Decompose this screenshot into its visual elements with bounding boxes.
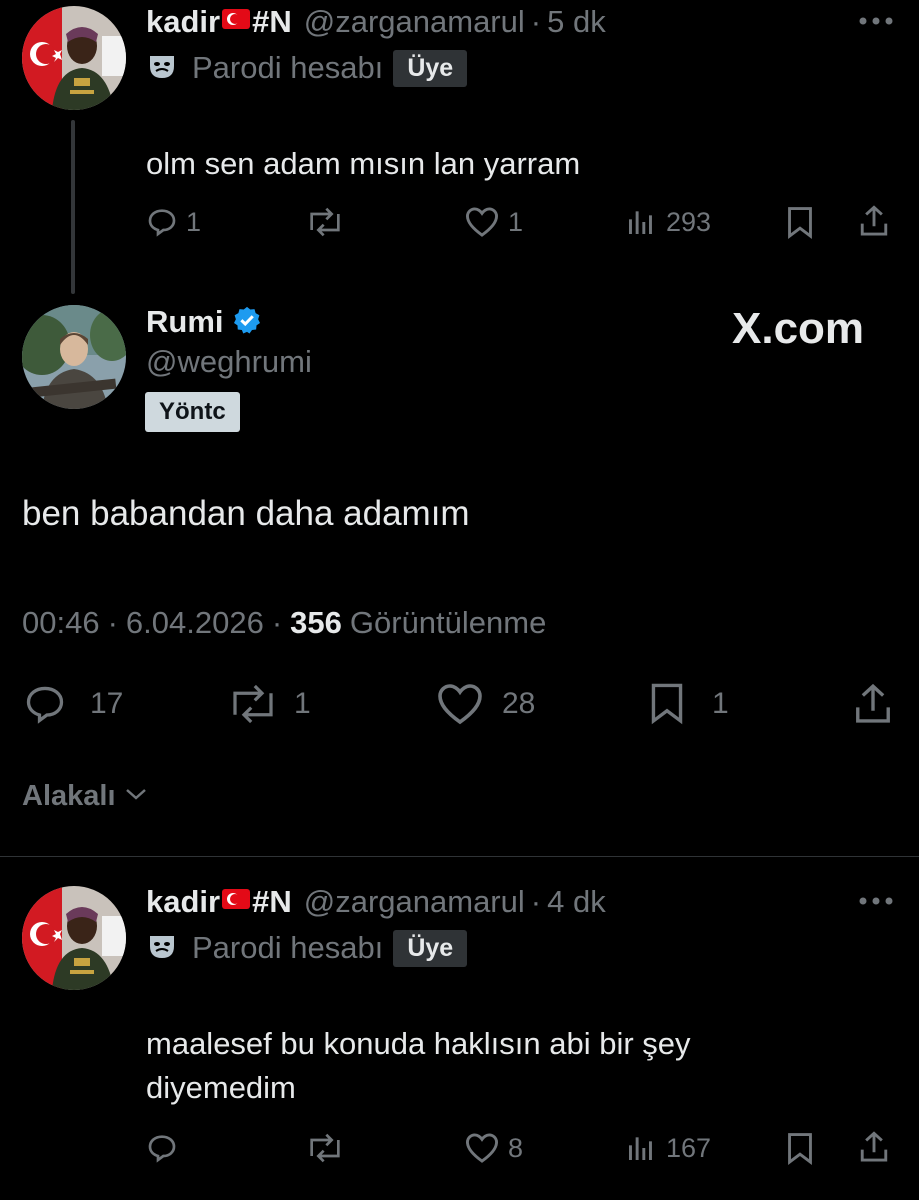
tweet1-separator: · <box>530 4 542 39</box>
bookmark-icon <box>788 207 812 239</box>
main-author-name[interactable]: Rumi <box>146 304 224 340</box>
tweet1-like-count: 1 <box>508 206 524 237</box>
heart-icon <box>465 1133 499 1163</box>
tweet1-reply-count: 1 <box>186 206 202 237</box>
tweet1-member-badge: Üye <box>393 49 468 87</box>
avatar-kadir[interactable] <box>22 886 126 990</box>
main-view-count: 356 <box>290 605 342 640</box>
parody-mask-icon <box>146 50 178 87</box>
sort-label: Alakalı <box>22 780 116 812</box>
tweet1-time[interactable]: 5 dk <box>547 4 606 40</box>
tweet2-views-button[interactable]: 167 <box>624 1132 711 1164</box>
tweet1-header: kadir #N @zarganamarul · 5 dk <box>146 2 606 42</box>
tweet1-view-count: 293 <box>666 206 712 237</box>
tweet2-share-button[interactable] <box>858 1130 890 1164</box>
heart-icon <box>465 207 499 237</box>
tweet2-repost-button[interactable] <box>305 1132 345 1164</box>
reply-icon <box>148 209 176 237</box>
tweet2-time[interactable]: 4 dk <box>547 884 606 920</box>
main-bookmark-count: 1 <box>712 687 729 720</box>
reply-icon <box>148 1135 176 1163</box>
main-header: Rumi <box>146 302 262 342</box>
share-icon <box>856 683 890 723</box>
tweet2-parody-label: Parodi hesabı <box>192 930 384 965</box>
tweet1-repost-button[interactable] <box>305 206 345 238</box>
tweet2-text-line: maalesef bu konuda haklısın abi bir şey <box>146 1026 691 1061</box>
repost-icon <box>310 207 340 237</box>
more-horizontal-icon[interactable] <box>858 892 894 915</box>
tweet1-handle[interactable]: @zarganamarul <box>304 4 525 40</box>
sort-dropdown[interactable]: Alakalı <box>22 780 148 813</box>
tweet1-share-button[interactable] <box>858 204 890 238</box>
main-share-button[interactable] <box>852 682 894 726</box>
tweet2-reply-button[interactable] <box>146 1132 178 1164</box>
share-icon <box>860 205 888 236</box>
avatar-kadir[interactable] <box>22 6 126 110</box>
tweet2-header: kadir #N @zarganamarul · 4 dk <box>146 882 606 922</box>
tweet2-member-badge: Üye <box>393 929 468 967</box>
tweet1-bookmark-button[interactable] <box>784 206 816 240</box>
tweet2-view-count: 167 <box>666 1132 712 1163</box>
tweet2-text: maalesef bu konuda haklısın abi bir şey … <box>146 1022 691 1110</box>
bookmark-icon <box>651 683 683 725</box>
main-like-count: 28 <box>502 687 536 720</box>
turkey-flag-icon <box>222 889 251 909</box>
meta-dot: · <box>271 605 283 640</box>
parody-mask-icon <box>146 930 178 967</box>
section-divider <box>0 856 919 857</box>
views-icon <box>629 1137 652 1160</box>
verified-badge-icon <box>232 305 262 340</box>
tweet2-like-count: 8 <box>508 1132 524 1163</box>
views-icon <box>629 211 652 234</box>
tweet1-like-button[interactable]: 1 <box>464 206 523 238</box>
main-bookmark-button[interactable]: 1 <box>646 682 729 726</box>
meta-dot: · <box>107 605 118 640</box>
repost-icon <box>310 1133 340 1163</box>
tweet1-author-name[interactable]: kadir <box>146 4 220 40</box>
thread-connector-line <box>71 120 75 294</box>
main-date[interactable]: 6.04.2026 <box>126 605 264 641</box>
main-tweet-text: ben babandan daha adamım <box>22 494 470 533</box>
main-repost-count: 1 <box>294 687 311 720</box>
tweet2-separator: · <box>530 884 542 919</box>
tweet2-handle[interactable]: @zarganamarul <box>304 884 525 920</box>
heart-icon <box>438 684 482 725</box>
main-like-button[interactable]: 28 <box>436 682 535 726</box>
repost-icon <box>233 684 273 724</box>
main-label-badge: Yöntc <box>145 392 240 432</box>
main-handle[interactable]: @weghrumi <box>146 344 312 380</box>
main-repost-button[interactable]: 1 <box>226 682 311 726</box>
tweet2-author-suffix[interactable]: #N <box>252 884 292 920</box>
tweet1-author-suffix[interactable]: #N <box>252 4 292 40</box>
avatar-rumi[interactable] <box>22 305 126 409</box>
tweet1-parody-row: Parodi hesabı Üye <box>146 48 468 88</box>
share-icon <box>860 1131 888 1162</box>
chevron-down-icon <box>124 784 148 809</box>
x-com-watermark: X.com <box>732 304 865 353</box>
reply-icon <box>26 686 64 724</box>
tweet1-reply-button[interactable]: 1 <box>146 206 201 238</box>
main-meta-row: 00:46 · 6.04.2026 · 356 Görüntülenme <box>22 605 546 641</box>
tweet1-views-button[interactable]: 293 <box>624 206 711 238</box>
tweet1-text: olm sen adam mısın lan yarram <box>146 146 581 181</box>
tweet2-like-button[interactable]: 8 <box>464 1132 523 1164</box>
bookmark-icon <box>788 1133 812 1165</box>
tweet2-text-line: diyemedim <box>146 1070 296 1105</box>
main-reply-button[interactable]: 17 <box>22 682 123 726</box>
turkey-flag-icon <box>222 9 251 29</box>
tweet1-parody-label: Parodi hesabı <box>192 50 384 85</box>
main-reply-count: 17 <box>90 687 124 720</box>
more-horizontal-icon[interactable] <box>858 12 894 35</box>
tweet2-author-name[interactable]: kadir <box>146 884 220 920</box>
tweet2-parody-row: Parodi hesabı Üye <box>146 928 468 968</box>
tweet2-bookmark-button[interactable] <box>784 1132 816 1166</box>
main-views-label: Görüntülenme <box>349 605 547 640</box>
main-time[interactable]: 00:46 <box>22 605 100 641</box>
